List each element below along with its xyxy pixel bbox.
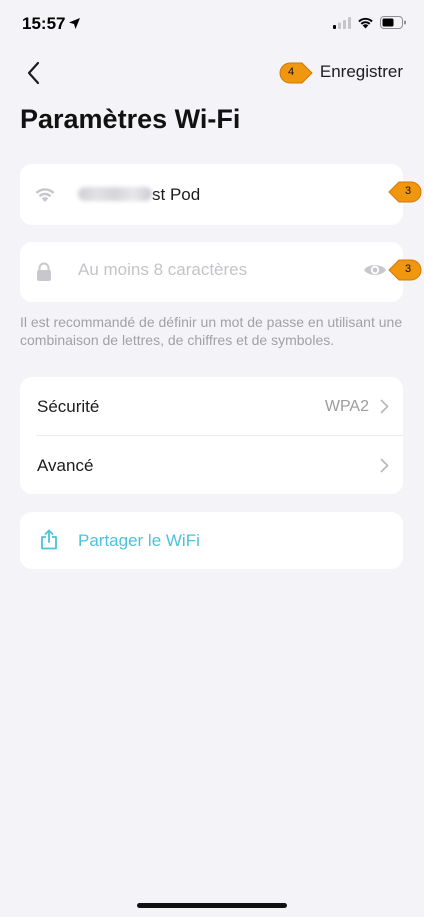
wifi-status-icon [358, 17, 373, 29]
ssid-visible-text: st Pod [152, 185, 201, 204]
password-input[interactable] [78, 260, 348, 280]
chevron-right-icon [380, 458, 389, 473]
wifi-icon [35, 188, 55, 202]
badge-number: 4 [288, 66, 295, 78]
advanced-label: Avancé [37, 456, 94, 475]
security-row[interactable]: Sécurité WPA2 [20, 377, 403, 435]
cellular-signal-icon [333, 17, 351, 29]
location-arrow-icon [69, 18, 80, 29]
share-wifi-label: Partager le WiFi [78, 531, 200, 550]
tutorial-step-badge: 3 [388, 181, 422, 203]
ssid-field[interactable]: st Pod [20, 164, 403, 225]
chevron-left-icon [27, 61, 40, 85]
badge-number: 3 [405, 185, 412, 197]
page-title: Paramètres Wi-Fi [20, 104, 241, 134]
security-value: WPA2 [324, 398, 369, 415]
share-wifi-button[interactable]: Partager le WiFi [20, 512, 403, 569]
back-button[interactable] [20, 58, 46, 88]
status-bar: 15:57 [0, 0, 424, 50]
status-time: 15:57 [22, 14, 66, 33]
ssid-value: st Pod [78, 185, 200, 205]
save-button[interactable]: Enregistrer [320, 62, 403, 82]
eye-icon[interactable] [363, 262, 387, 278]
password-hint: Il est recommandé de définir un mot de p… [20, 314, 403, 348]
tutorial-step-badge: 3 [388, 259, 422, 281]
chevron-right-icon [380, 399, 389, 414]
security-label: Sécurité [37, 397, 100, 416]
advanced-row[interactable]: Avancé [20, 436, 403, 494]
tutorial-step-badge: 4 [279, 62, 313, 84]
lock-icon [37, 262, 51, 281]
settings-list: Sécurité WPA2 Avancé [20, 377, 403, 494]
password-field[interactable] [20, 242, 403, 302]
share-icon [41, 529, 57, 550]
redacted-ssid-part [78, 187, 152, 201]
home-indicator[interactable] [137, 903, 287, 908]
battery-icon [380, 16, 406, 29]
badge-number: 3 [405, 263, 412, 275]
